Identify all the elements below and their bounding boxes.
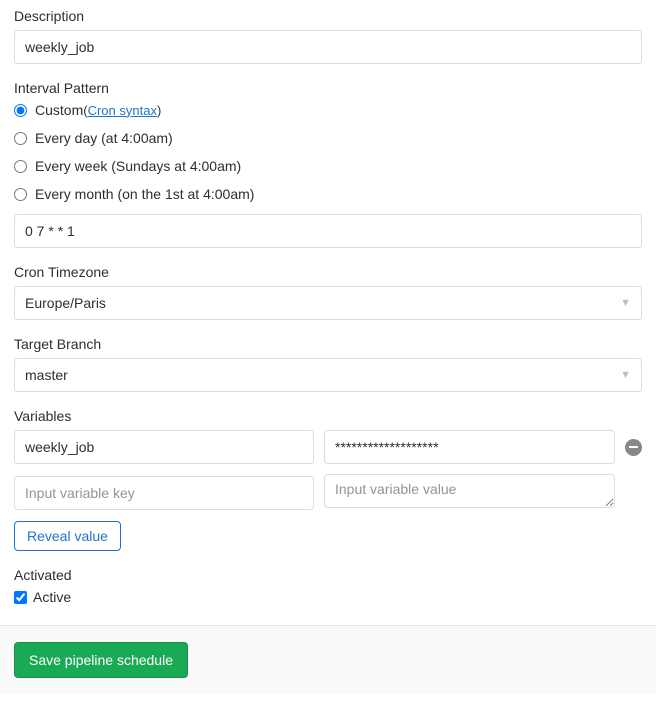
footer-bar: Save pipeline schedule bbox=[0, 625, 656, 694]
branch-value: master bbox=[25, 367, 68, 383]
interval-label: Interval Pattern bbox=[14, 80, 642, 96]
branch-select[interactable]: master ▼ bbox=[14, 358, 642, 392]
interval-radio-weekly[interactable]: Every week (Sundays at 4:00am) bbox=[14, 158, 642, 174]
interval-radio-daily[interactable]: Every day (at 4:00am) bbox=[14, 130, 642, 146]
active-checkbox-row[interactable]: Active bbox=[14, 589, 642, 605]
interval-radio-custom[interactable]: Custom ( Cron syntax ) bbox=[14, 102, 642, 118]
radio-custom-input[interactable] bbox=[14, 104, 27, 117]
chevron-down-icon: ▼ bbox=[620, 369, 631, 381]
variable-row bbox=[14, 430, 642, 464]
cron-expression-input[interactable] bbox=[14, 214, 642, 248]
active-checkbox-label: Active bbox=[33, 589, 71, 605]
radio-daily-input[interactable] bbox=[14, 132, 27, 145]
save-button[interactable]: Save pipeline schedule bbox=[14, 642, 188, 678]
radio-monthly-text: Every month (on the 1st at 4:00am) bbox=[35, 186, 254, 202]
radio-daily-text: Every day (at 4:00am) bbox=[35, 130, 173, 146]
timezone-select[interactable]: Europe/Paris ▼ bbox=[14, 286, 642, 320]
remove-variable-icon[interactable] bbox=[625, 439, 642, 456]
activated-label: Activated bbox=[14, 567, 642, 583]
cron-paren-close: ) bbox=[157, 103, 161, 118]
variable-value-input-new[interactable] bbox=[324, 474, 615, 508]
interval-radio-monthly[interactable]: Every month (on the 1st at 4:00am) bbox=[14, 186, 642, 202]
radio-monthly-input[interactable] bbox=[14, 188, 27, 201]
chevron-down-icon: ▼ bbox=[620, 297, 631, 309]
variable-key-input[interactable] bbox=[14, 430, 314, 464]
variable-key-input-new[interactable] bbox=[14, 476, 314, 510]
active-checkbox[interactable] bbox=[14, 591, 27, 604]
cron-syntax-link[interactable]: Cron syntax bbox=[88, 103, 157, 118]
timezone-value: Europe/Paris bbox=[25, 295, 106, 311]
radio-custom-text: Custom bbox=[35, 102, 83, 118]
branch-label: Target Branch bbox=[14, 336, 642, 352]
variable-row-new bbox=[14, 474, 642, 511]
timezone-label: Cron Timezone bbox=[14, 264, 642, 280]
radio-weekly-text: Every week (Sundays at 4:00am) bbox=[35, 158, 241, 174]
variable-value-input[interactable] bbox=[324, 430, 615, 464]
description-label: Description bbox=[14, 8, 642, 24]
description-input[interactable] bbox=[14, 30, 642, 64]
variables-label: Variables bbox=[14, 408, 642, 424]
reveal-value-button[interactable]: Reveal value bbox=[14, 521, 121, 551]
radio-weekly-input[interactable] bbox=[14, 160, 27, 173]
